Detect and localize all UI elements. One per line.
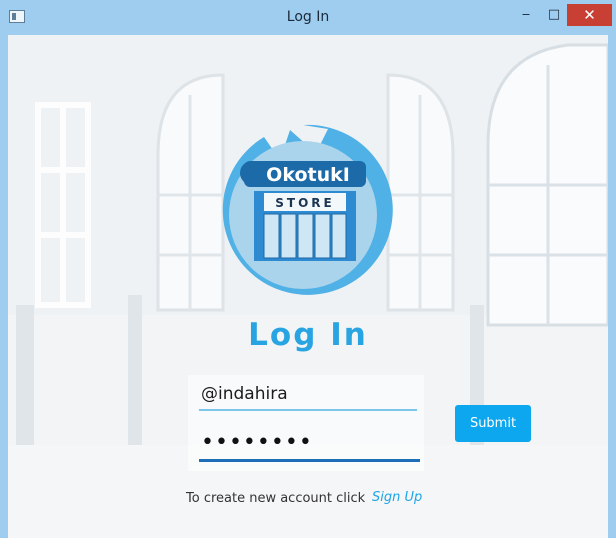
minimize-button[interactable]: ‒ [512,4,540,26]
submit-button[interactable]: Submit [455,405,531,442]
username-field[interactable] [199,379,417,411]
title-bar[interactable]: Log In ‒ □ ✕ [0,0,616,35]
store-logo: OkotukI STORE [222,124,393,295]
signup-prompt: To create new account click [186,491,366,506]
login-heading: Log In [248,317,368,353]
signup-link[interactable]: Sign Up [372,490,422,505]
close-button[interactable]: ✕ [567,4,612,26]
logo-store-text: STORE [275,196,334,210]
password-field[interactable] [199,426,420,462]
login-window: Log In ‒ □ ✕ OkotukI STORE Log In @indah… [0,0,616,538]
logo-brand-text: OkotukI [266,164,350,186]
maximize-button[interactable]: □ [540,4,568,26]
close-icon: ✕ [583,6,596,24]
content-area: OkotukI STORE Log In Submit To create ne… [8,35,608,538]
minimize-icon: ‒ [521,7,531,22]
maximize-icon: □ [547,7,561,22]
